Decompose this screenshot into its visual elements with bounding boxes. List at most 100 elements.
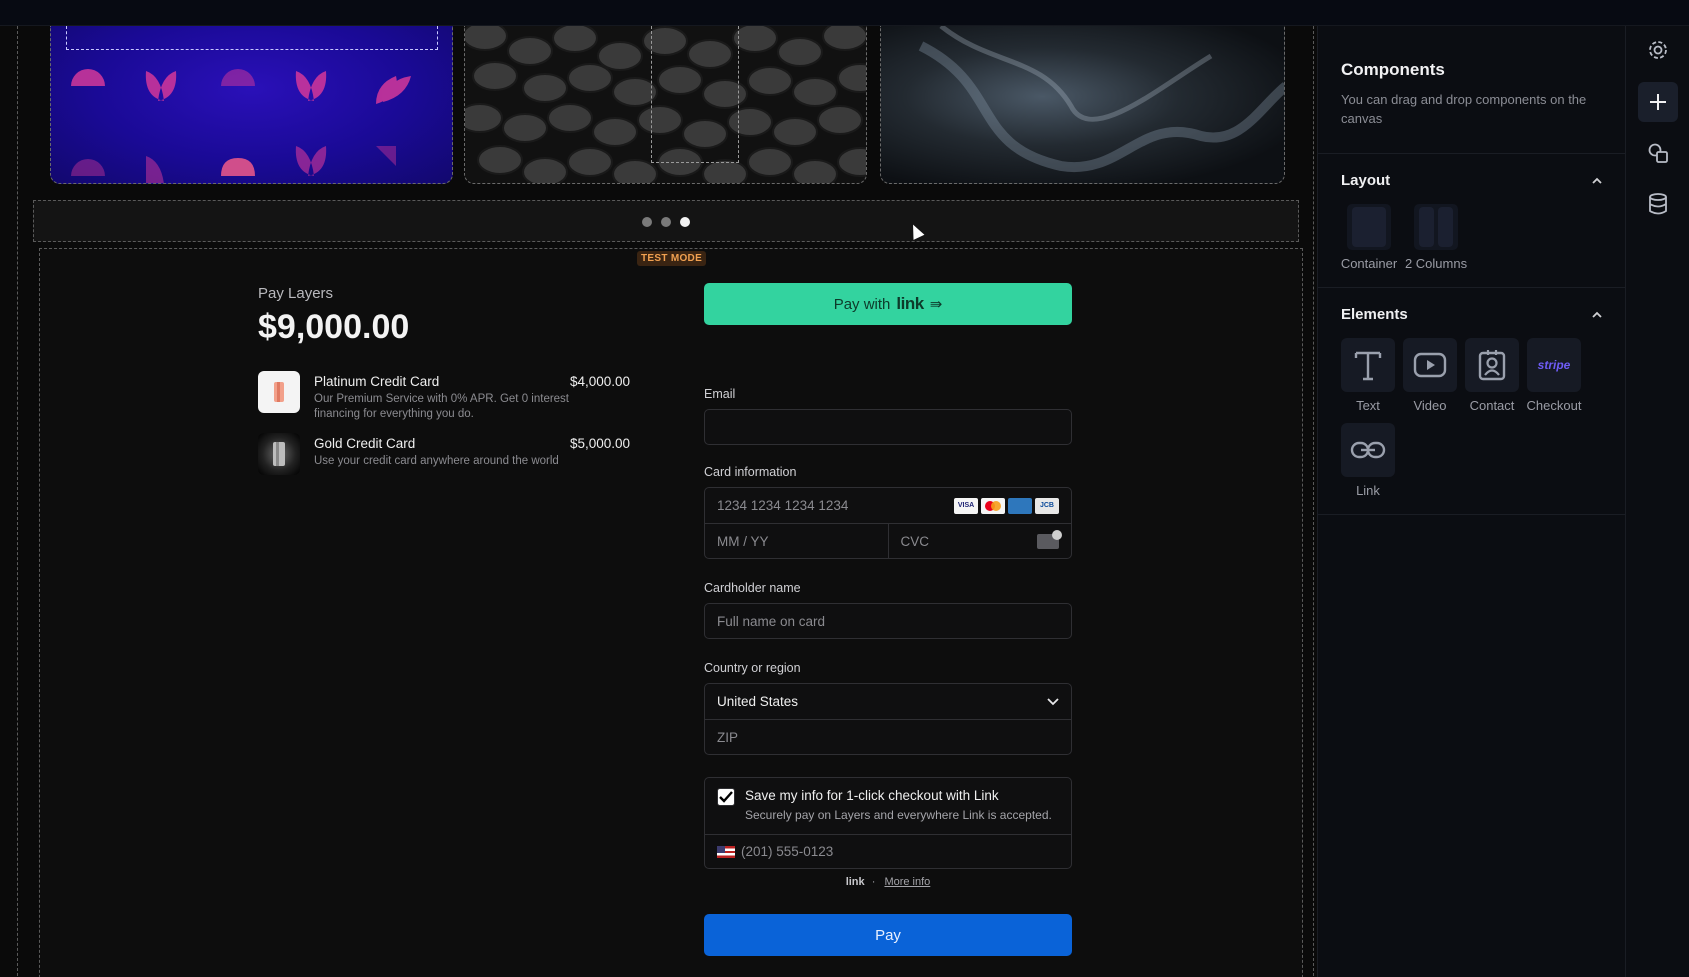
save-info-checkbox[interactable] xyxy=(717,788,735,806)
country-label: Country or region xyxy=(704,661,801,675)
component-checkout[interactable]: stripe Checkout xyxy=(1527,338,1581,413)
card-brands: VISA JCB xyxy=(954,497,1059,514)
link-logo: link xyxy=(896,294,924,313)
country-select[interactable]: United States xyxy=(705,684,1071,719)
save-info-title: Save my info for 1-click checkout with L… xyxy=(745,788,999,803)
shapes-icon xyxy=(1648,143,1668,163)
card-info-label: Card information xyxy=(704,465,797,479)
elements-section-header[interactable]: Elements xyxy=(1341,306,1602,323)
save-info-row[interactable]: Save my info for 1-click checkout with L… xyxy=(705,778,1071,834)
card-number-placeholder: 1234 1234 1234 1234 xyxy=(717,498,849,513)
expiry-field[interactable]: MM / YY xyxy=(705,524,888,558)
mastercard-icon xyxy=(981,497,1005,514)
carousel-slide-texture[interactable] xyxy=(464,26,867,184)
card-number-field[interactable]: 1234 1234 1234 1234 VISA JCB xyxy=(705,488,1071,523)
component-label: Text xyxy=(1356,398,1380,413)
jcb-icon: JCB xyxy=(1035,497,1059,514)
tool-rail xyxy=(1625,26,1689,977)
separator: · xyxy=(871,876,876,888)
amex-icon xyxy=(1008,497,1032,514)
order-summary: Pay Layers $9,000.00 Platinum Credit Car… xyxy=(258,285,630,475)
top-bar xyxy=(0,0,1689,26)
component-contact[interactable]: Contact xyxy=(1465,338,1519,413)
carousel-dot[interactable] xyxy=(642,217,652,227)
payment-form: Pay with link ⇛ Email Card information 1… xyxy=(704,283,1072,956)
chevron-up-icon xyxy=(1592,177,1602,184)
expiry-placeholder: MM / YY xyxy=(717,533,769,549)
chevron-up-icon xyxy=(1592,311,1602,318)
elements-section: Elements Text Video Contact stripe Check… xyxy=(1318,288,1625,515)
editor-canvas[interactable]: TEST MODE Pay Layers $9,000.00 Platinum … xyxy=(0,26,1317,977)
components-panel: Components You can drag and drop compone… xyxy=(1317,26,1625,977)
smoke-texture xyxy=(918,26,1284,173)
database-button[interactable] xyxy=(1638,184,1678,224)
text-icon xyxy=(1341,338,1395,392)
link-icon xyxy=(1341,423,1395,477)
carousel-slide-smoke[interactable] xyxy=(880,26,1285,184)
component-link[interactable]: Link xyxy=(1341,423,1395,498)
cardholder-label: Cardholder name xyxy=(704,581,801,595)
phone-placeholder: (201) 555-0123 xyxy=(741,844,834,859)
card-exp-cvc-row: MM / YY CVC xyxy=(705,523,1071,558)
container-icon xyxy=(1347,204,1391,250)
phone-field[interactable]: (201) 555-0123 xyxy=(705,834,1071,868)
email-field[interactable] xyxy=(704,409,1072,445)
database-icon xyxy=(1649,193,1667,215)
elements-title: Elements xyxy=(1341,306,1408,323)
line-item-description: Use your credit card anywhere around the… xyxy=(314,455,559,467)
line-item-price: $5,000.00 xyxy=(569,436,630,451)
component-label: Video xyxy=(1413,398,1447,413)
petal-pattern xyxy=(71,69,411,183)
component-label: 2 Columns xyxy=(1404,256,1468,271)
line-item-price: $4,000.00 xyxy=(569,374,630,389)
visa-icon: VISA xyxy=(954,497,978,514)
order-total: $9,000.00 xyxy=(258,308,410,346)
carousel-slide-pattern[interactable] xyxy=(50,26,453,184)
stripe-icon: stripe xyxy=(1527,338,1581,392)
layout-section-header[interactable]: Layout xyxy=(1341,172,1602,189)
stripe-checkout-block[interactable]: TEST MODE Pay Layers $9,000.00 Platinum … xyxy=(39,248,1303,977)
product-thumbnail xyxy=(258,371,300,413)
save-info-subtitle: Securely pay on Layers and everywhere Li… xyxy=(745,808,1052,822)
panel-header: Components You can drag and drop compone… xyxy=(1318,26,1625,154)
component-text[interactable]: Text xyxy=(1341,338,1395,413)
line-item-name: Gold Credit Card xyxy=(314,436,416,451)
country-value: United States xyxy=(717,694,799,709)
carousel-dots[interactable] xyxy=(642,217,690,227)
component-container[interactable]: Container xyxy=(1341,204,1397,271)
stripe-badge: stripe xyxy=(1537,358,1571,372)
zip-placeholder: ZIP xyxy=(717,729,739,745)
cvc-field[interactable]: CVC xyxy=(887,524,1072,558)
carousel-dot[interactable] xyxy=(680,217,690,227)
link-logo: link xyxy=(845,876,865,888)
cvc-placeholder: CVC xyxy=(900,533,930,549)
shapes-button[interactable] xyxy=(1638,133,1678,173)
address-group: United States ZIP xyxy=(704,683,1072,755)
chevron-down-icon xyxy=(1047,697,1059,705)
add-component-button[interactable] xyxy=(1638,82,1678,122)
more-info-link[interactable]: More info xyxy=(884,876,930,888)
component-video[interactable]: Video xyxy=(1403,338,1457,413)
settings-button[interactable] xyxy=(1638,30,1678,70)
component-2-columns[interactable]: 2 Columns xyxy=(1405,204,1467,271)
component-label: Container xyxy=(1340,256,1398,271)
pay-with-link-button[interactable]: Pay with link ⇛ xyxy=(704,283,1072,325)
panel-subtitle: You can drag and drop components on the … xyxy=(1341,92,1587,126)
us-flag-icon xyxy=(717,845,735,858)
component-label: Checkout xyxy=(1526,398,1582,413)
pay-button[interactable]: Pay xyxy=(704,914,1072,956)
plus-icon xyxy=(1650,94,1666,110)
image-carousel[interactable] xyxy=(33,26,1299,200)
cardholder-placeholder: Full name on card xyxy=(717,613,826,629)
merchant-name: Pay Layers xyxy=(258,285,334,302)
layout-section: Layout Container 2 Columns xyxy=(1318,154,1625,288)
line-item-description: Our Premium Service with 0% APR. Get 0 i… xyxy=(314,393,570,420)
layout-tiles: Container 2 Columns xyxy=(1341,204,1602,271)
cardholder-name-field[interactable]: Full name on card xyxy=(704,603,1072,639)
cvc-icon xyxy=(1037,529,1062,549)
component-label: Link xyxy=(1356,483,1380,498)
link-button-prefix: Pay with xyxy=(833,295,891,313)
zip-field[interactable]: ZIP xyxy=(705,719,1071,754)
carousel-dot[interactable] xyxy=(661,217,671,227)
component-label: Contact xyxy=(1469,398,1515,413)
